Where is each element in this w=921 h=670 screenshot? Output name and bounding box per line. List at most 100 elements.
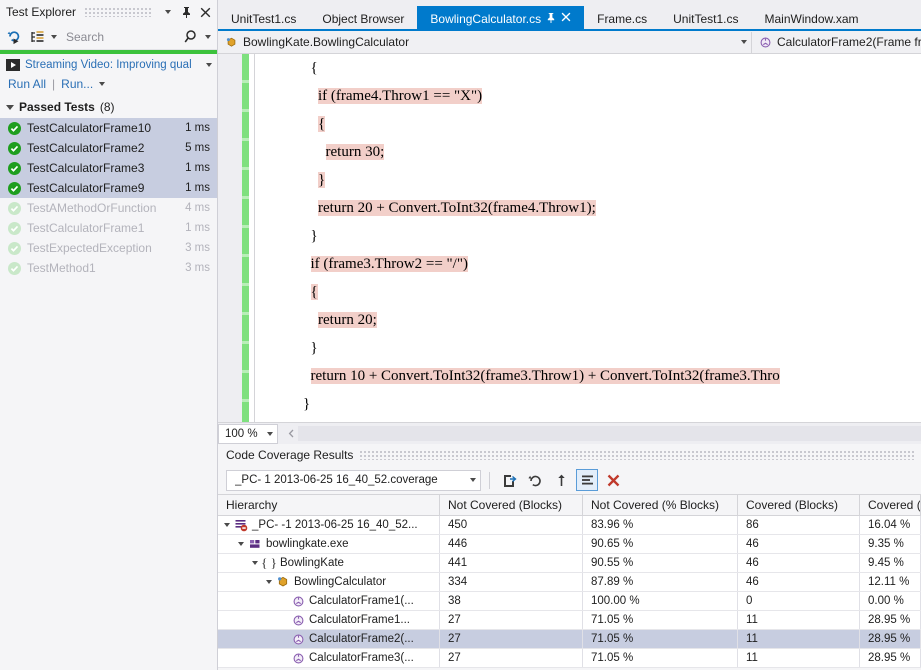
editor-tab[interactable]: BowlingCalculator.cs (417, 6, 585, 31)
toolbar-divider (489, 471, 490, 489)
passed-tests-group-header[interactable]: Passed Tests (8) (0, 97, 217, 118)
not-covered-blocks-cell: 27 (440, 611, 583, 629)
code-text-area[interactable]: { if (frame4.Throw1 == "X") { return 30;… (258, 54, 921, 422)
coverage-row[interactable]: CalculatorFrame1(... 38 100.00 % 0 0.00 % (218, 592, 921, 611)
run-button[interactable]: Run... (61, 77, 93, 91)
coverage-pane-title: Code Coverage Results (226, 448, 354, 462)
test-explorer-header: Test Explorer (0, 0, 217, 24)
row-name: _PC- -1 2013-06-25 16_40_52... (252, 519, 418, 531)
promo-banner[interactable]: Streaming Video: Improving qual (0, 54, 217, 75)
row-name: CalculatorFrame1... (309, 614, 410, 626)
coverage-row[interactable]: CalculatorFrame1... 27 71.05 % 11 28.95 % (218, 611, 921, 630)
test-list-item[interactable]: TestMethod1 3 ms (0, 258, 217, 278)
column-header[interactable]: Not Covered (Blocks) (440, 495, 583, 515)
run-caret-icon[interactable] (99, 82, 106, 86)
test-list-item[interactable]: TestCalculatorFrame9 1 ms (0, 178, 217, 198)
test-duration: 1 ms (185, 222, 210, 234)
run-all-button[interactable]: Run All (8, 77, 46, 91)
editor-tab[interactable]: Object Browser (309, 6, 417, 31)
test-passed-icon (8, 161, 21, 175)
test-passed-icon (8, 241, 21, 255)
test-list-item[interactable]: TestAMethodOrFunction 4 ms (0, 198, 217, 218)
search-icon[interactable] (182, 27, 202, 47)
show-blocks-icon[interactable] (576, 469, 598, 491)
test-list: TestCalculatorFrame10 1 ms TestCalculatorF… (0, 118, 217, 278)
covered-blocks-cell: 86 (738, 516, 860, 534)
row-name: CalculatorFrame2(... (309, 633, 414, 645)
refresh-icon[interactable] (524, 469, 546, 491)
chevron-down-icon[interactable] (160, 4, 175, 20)
editor-tab[interactable]: MainWindow.xam (751, 6, 871, 31)
promo-caret-icon[interactable] (206, 63, 212, 67)
column-header[interactable]: Covered (Blocks) (738, 495, 860, 515)
test-list-item[interactable]: TestCalculatorFrame3 1 ms (0, 158, 217, 178)
up-arrow-icon[interactable] (550, 469, 572, 491)
column-header[interactable]: Not Covered (% Blocks) (583, 495, 738, 515)
code-line: { (258, 110, 921, 138)
group-by-caret-icon[interactable] (51, 34, 57, 39)
expand-collapse-icon[interactable] (6, 104, 14, 110)
close-icon[interactable] (198, 4, 213, 20)
coverage-row[interactable]: CalculatorFrame2(... 27 71.05 % 11 28.95 % (218, 630, 921, 649)
expand-collapse-icon[interactable] (224, 523, 230, 527)
namespace-icon: { } (261, 555, 277, 570)
expand-collapse-icon[interactable] (252, 561, 258, 565)
code-span: if (frame4.Throw1 == "X") (318, 88, 483, 104)
run-tests-icon[interactable] (5, 27, 25, 47)
editor-horizontal-scrollbar[interactable] (284, 426, 921, 441)
test-list-item[interactable]: TestCalculatorFrame1 1 ms (0, 218, 217, 238)
column-header[interactable]: Covered ( (860, 495, 921, 515)
test-list-item[interactable]: TestCalculatorFrame10 1 ms (0, 118, 217, 138)
test-duration: 3 ms (185, 242, 210, 254)
coverage-row[interactable]: _PC- -1 2013-06-25 16_40_52... 450 83.96 %… (218, 516, 921, 535)
promo-link-label[interactable]: Streaming Video: Improving qual (25, 59, 201, 71)
scroll-left-icon[interactable] (284, 426, 298, 441)
test-list-item[interactable]: TestExpectedException 3 ms (0, 238, 217, 258)
editor-tab[interactable]: UnitTest1.cs (218, 6, 309, 31)
expand-collapse-icon[interactable] (266, 580, 272, 584)
not-covered-blocks-cell: 27 (440, 630, 583, 648)
zoom-level-dropdown[interactable]: 100 % (218, 423, 278, 444)
not-covered-blocks-cell: 27 (440, 649, 583, 667)
member-dropdown[interactable]: CalculatorFrame2(Frame fra (751, 31, 921, 53)
test-list-item[interactable]: TestCalculatorFrame2 5 ms (0, 138, 217, 158)
not-covered-pct-cell: 100.00 % (583, 592, 738, 610)
close-icon[interactable] (561, 12, 571, 25)
coverage-row[interactable]: bowlingkate.exe 446 90.65 % 46 9.35 % (218, 535, 921, 554)
not-covered-pct-cell: 71.05 % (583, 630, 738, 648)
pin-icon[interactable] (179, 4, 194, 20)
type-dropdown-caret-icon[interactable] (741, 40, 747, 44)
type-dropdown[interactable]: BowlingKate.BowlingCalculator (218, 32, 751, 53)
coverage-file-caret-icon[interactable] (470, 478, 476, 482)
export-icon[interactable] (498, 469, 520, 491)
search-options-caret-icon[interactable] (205, 34, 211, 39)
test-explorer-toolbar: Search (0, 24, 217, 50)
pin-icon[interactable] (546, 12, 556, 26)
scrollbar-track[interactable] (298, 426, 921, 441)
editor-tab[interactable]: Frame.cs (584, 6, 660, 31)
code-editor[interactable]: { if (frame4.Throw1 == "X") { return 30;… (218, 54, 921, 422)
tab-label: UnitTest1.cs (231, 11, 297, 26)
code-coverage-results-pane: Code Coverage Results _PC- 1 2013-06-25 … (218, 444, 921, 670)
coverage-row[interactable]: CalculatorFrame3(... 27 71.05 % 11 28.95 % (218, 649, 921, 668)
zoom-caret-icon[interactable] (267, 431, 273, 436)
group-by-icon[interactable] (28, 27, 48, 47)
code-span: } (318, 172, 326, 188)
delete-icon[interactable] (602, 469, 624, 491)
column-header[interactable]: Hierarchy (218, 495, 440, 515)
editor-tab[interactable]: UnitTest1.cs (660, 6, 751, 31)
coverage-pane-header: Code Coverage Results (218, 444, 921, 466)
coverage-row[interactable]: BowlingCalculator 334 87.89 % 46 12.11 % (218, 573, 921, 592)
row-name: CalculatorFrame1(... (309, 595, 414, 607)
test-duration: 1 ms (185, 162, 210, 174)
covered-pct-cell: 28.95 % (860, 611, 921, 629)
coverage-row[interactable]: { } BowlingKate 441 90.55 % 46 9.45 % (218, 554, 921, 573)
row-name: CalculatorFrame3(... (309, 652, 414, 664)
code-span: } (303, 396, 311, 412)
expand-collapse-icon[interactable] (238, 542, 244, 546)
coverage-file-dropdown[interactable]: _PC- 1 2013-06-25 16_40_52.coverage (226, 469, 481, 491)
test-duration: 1 ms (185, 122, 210, 134)
not-covered-pct-cell: 90.55 % (583, 554, 738, 572)
tab-label: BowlingCalculator.cs (430, 11, 542, 26)
search-input[interactable]: Search (60, 26, 179, 47)
